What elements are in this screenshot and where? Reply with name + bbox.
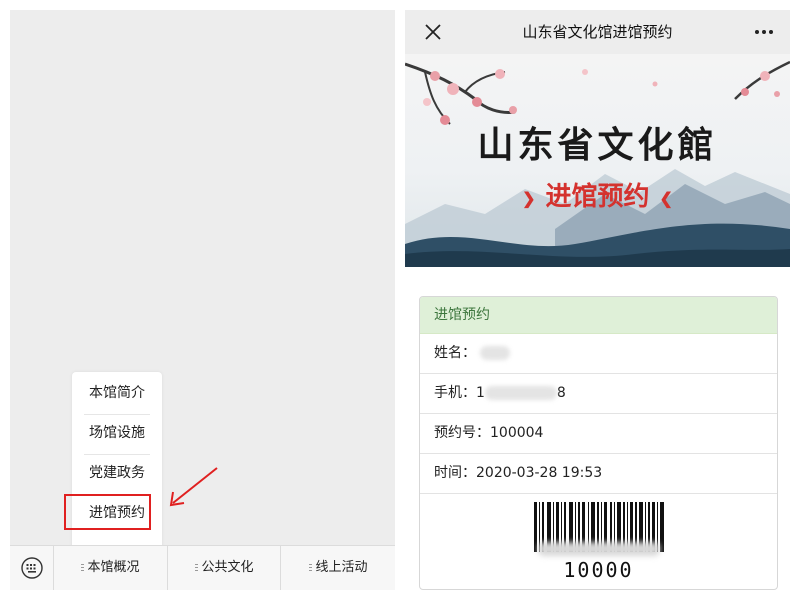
phone-redacted <box>484 386 557 400</box>
close-icon[interactable] <box>421 20 445 44</box>
right-phone-screen: 山东省文化馆进馆预约 山东省文化館 ❯ 进馆预约 ❮ 进馆预约 姓名： 手机：1… <box>405 10 790 590</box>
banner-title: 山东省文化館 <box>477 124 718 166</box>
diamond-icon: ❮ <box>659 188 673 208</box>
more-icon <box>755 30 773 34</box>
time-value: 2020-03-28 19:53 <box>476 465 603 481</box>
name-label: 姓名： <box>434 345 476 361</box>
left-phone-screen: 本馆简介 场馆设施 党建政务 进馆预约 本馆概况 公共文化 线上活动 <box>10 10 395 590</box>
banner-subtitle-wrap: ❯ 进馆预约 ❮ <box>405 176 790 213</box>
time-label: 时间： <box>434 465 476 481</box>
keyboard-toggle-button[interactable] <box>10 546 54 590</box>
phone-end: 8 <box>556 385 566 401</box>
name-redacted <box>480 346 511 360</box>
highlight-box <box>64 494 151 530</box>
reservation-card: 进馆预约 姓名： 手机：1 8 预约号：100004 时间：2020-03-28 … <box>419 296 778 590</box>
card-header: 进馆预约 <box>420 297 777 334</box>
diamond-icon: ❯ <box>522 188 536 208</box>
menu-dots-icon <box>309 564 313 571</box>
booking-number-row: 预约号：100004 <box>420 414 777 454</box>
title-bar: 山东省文化馆进馆预约 <box>405 10 790 54</box>
banner-image: 山东省文化館 ❯ 进馆预约 ❮ <box>405 54 790 267</box>
barcode-area: 10000 <box>420 494 777 589</box>
menu-dots-icon <box>195 564 199 571</box>
bottom-menu-bar: 本馆概况 公共文化 线上活动 <box>10 545 395 590</box>
banner-subtitle: 进馆预约 <box>545 182 650 212</box>
booking-number-value: 100004 <box>490 425 544 441</box>
keyboard-icon <box>20 557 43 579</box>
submenu-item-intro[interactable]: 本馆简介 <box>72 374 162 413</box>
arrow-annotation <box>169 467 218 507</box>
tab-overview-label: 本馆概况 <box>87 560 140 575</box>
tab-overview[interactable]: 本馆概况 <box>54 546 167 590</box>
submenu-item-facilities[interactable]: 场馆设施 <box>72 414 162 453</box>
tab-online-activities[interactable]: 线上活动 <box>280 546 396 590</box>
submenu-item-party-affairs[interactable]: 党建政务 <box>72 454 162 493</box>
barcode-redacted <box>538 542 660 556</box>
phone-label: 手机： <box>434 385 476 401</box>
more-button[interactable] <box>750 20 778 44</box>
tab-online-activities-label: 线上活动 <box>315 560 368 575</box>
time-row: 时间：2020-03-28 19:53 <box>420 454 777 494</box>
phone-row: 手机：1 8 <box>420 374 777 414</box>
booking-number-label: 预约号： <box>434 425 490 441</box>
tab-public-culture[interactable]: 公共文化 <box>167 546 281 590</box>
tab-public-culture-label: 公共文化 <box>201 560 254 575</box>
barcode-number: 10000 <box>563 558 634 582</box>
phone-start: 1 <box>476 385 485 401</box>
name-row: 姓名： <box>420 334 777 374</box>
menu-dots-icon <box>81 564 85 571</box>
page-title: 山东省文化馆进馆预约 <box>522 23 673 41</box>
